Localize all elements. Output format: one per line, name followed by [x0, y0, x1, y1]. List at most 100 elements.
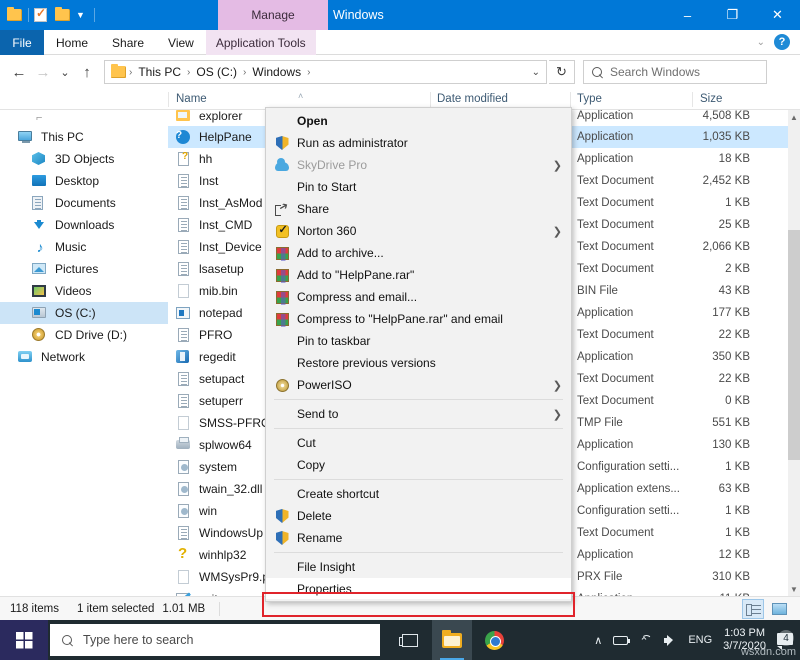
sidebar-item-cd-drive-d[interactable]: CD Drive (D:) [0, 324, 168, 346]
forward-icon: → [36, 64, 51, 81]
scrollbar-thumb[interactable] [788, 230, 800, 460]
menu-separator [274, 552, 563, 553]
sidebar-item-3d-objects[interactable]: 3D Objects [0, 148, 168, 170]
sidebar-item-documents[interactable]: Documents [0, 192, 168, 214]
sysfile-icon [176, 459, 192, 475]
close-icon: ✕ [772, 7, 783, 23]
blank-icon [176, 283, 192, 299]
vertical-scrollbar[interactable]: ▲ ▼ [788, 110, 800, 596]
start-button[interactable] [0, 620, 48, 660]
menu-item-poweriso[interactable]: PowerISO❯ [266, 374, 571, 396]
breadcrumb-dropdown-icon[interactable]: ⌄ [532, 67, 540, 78]
scroll-down-icon[interactable]: ▼ [788, 582, 800, 596]
chrome-button[interactable] [474, 620, 514, 660]
breadcrumb-this-pc[interactable]: This PC [136, 65, 183, 79]
column-divider-0[interactable] [168, 92, 169, 107]
chevron-down-icon: ⌄ [60, 66, 69, 79]
menu-item-open[interactable]: Open [266, 110, 571, 132]
language-indicator[interactable]: ENG [688, 634, 712, 646]
help-icon[interactable]: ? [774, 34, 790, 50]
forward-button[interactable]: → [32, 60, 54, 84]
menu-item-cut[interactable]: Cut [266, 432, 571, 454]
menu-item-send-to[interactable]: Send to❯ [266, 403, 571, 425]
status-selection-size: 1.01 MB [154, 603, 205, 615]
menu-item-copy[interactable]: Copy [266, 454, 571, 476]
text-icon [176, 239, 192, 255]
menu-item-label: Cut [291, 436, 316, 450]
column-header-name[interactable]: Name [176, 93, 207, 105]
sidebar-item-downloads[interactable]: Downloads [0, 214, 168, 236]
menu-item-norton-360[interactable]: Norton 360❯ [266, 220, 571, 242]
file-size: 43 KB [648, 285, 750, 297]
file-explorer-button[interactable] [432, 620, 472, 660]
details-view-button[interactable] [742, 599, 764, 619]
tray-expand-icon[interactable]: ∧ [594, 634, 602, 647]
maximize-button[interactable]: ❐ [710, 0, 755, 30]
menu-item-compress-and-email[interactable]: Compress and email... [266, 286, 571, 308]
properties-icon[interactable] [34, 7, 50, 23]
sidebar-item-pictures[interactable]: Pictures [0, 258, 168, 280]
tab-manage[interactable]: Manage [218, 0, 328, 30]
refresh-button[interactable]: ↻ [549, 60, 575, 84]
menu-item-skydrive-pro[interactable]: SkyDrive Pro❯ [266, 154, 571, 176]
breadcrumb[interactable]: › This PC › OS (C:) › Windows › ⌄ [104, 60, 547, 84]
breadcrumb-os-c[interactable]: OS (C:) [194, 65, 239, 79]
column-divider-1[interactable] [430, 92, 431, 107]
sidebar-item-this-pc[interactable]: This PC [0, 126, 168, 148]
scroll-up-icon[interactable]: ▲ [788, 110, 800, 124]
sidebar-item-videos[interactable]: Videos [0, 280, 168, 302]
menu-item-share[interactable]: Share [266, 198, 571, 220]
menu-item-add-to-archive[interactable]: Add to archive... [266, 242, 571, 264]
close-button[interactable]: ✕ [755, 0, 800, 30]
column-header-type[interactable]: Type [577, 93, 602, 105]
qat-divider-2 [94, 8, 95, 22]
tab-file[interactable]: File [0, 30, 44, 55]
menu-item-restore-previous-versions[interactable]: Restore previous versions [266, 352, 571, 374]
search-box[interactable]: Search Windows [583, 60, 767, 84]
breadcrumb-windows[interactable]: Windows [250, 65, 303, 79]
tab-application-tools[interactable]: Application Tools [206, 30, 316, 55]
column-header-size[interactable]: Size [700, 93, 722, 105]
tab-home[interactable]: Home [44, 30, 100, 55]
menu-item-pin-to-taskbar[interactable]: Pin to taskbar [266, 330, 571, 352]
menu-item-add-to-helppane-rar[interactable]: Add to "HelpPane.rar" [266, 264, 571, 286]
taskbar-search-placeholder: Type here to search [83, 633, 193, 647]
task-view-button[interactable] [390, 620, 430, 660]
large-icons-view-button[interactable] [768, 599, 790, 619]
wifi-icon[interactable]: ⌃ [639, 635, 653, 646]
menu-item-run-as-administrator[interactable]: Run as administrator [266, 132, 571, 154]
menu-item-create-shortcut[interactable]: Create shortcut [266, 483, 571, 505]
menu-item-delete[interactable]: Delete [266, 505, 571, 527]
file-type: Application [577, 307, 633, 319]
file-type: Text Document [577, 197, 654, 209]
sidebar-item-os-c[interactable]: OS (C:) [0, 302, 168, 324]
battery-icon[interactable] [613, 636, 628, 645]
sidebar-item-label: OS (C:) [55, 306, 96, 320]
tab-view[interactable]: View [156, 30, 206, 55]
taskbar-search-box[interactable]: Type here to search [50, 624, 380, 656]
tab-share[interactable]: Share [100, 30, 156, 55]
chevron-down-icon[interactable]: ⌄ [757, 37, 765, 48]
recent-locations-button[interactable]: ⌄ [56, 60, 74, 84]
minimize-button[interactable]: – [665, 0, 710, 30]
column-divider-2[interactable] [570, 92, 571, 107]
volume-icon[interactable] [664, 635, 677, 646]
menu-item-rename[interactable]: Rename [266, 527, 571, 549]
chrome-icon [485, 631, 504, 650]
new-folder-icon[interactable] [55, 7, 71, 23]
menu-item-file-insight[interactable]: File Insight [266, 556, 571, 578]
menu-item-compress-to-helppane-rar-and-email[interactable]: Compress to "HelpPane.rar" and email [266, 308, 571, 330]
sidebar-item-label: 3D Objects [55, 152, 114, 166]
column-divider-3[interactable] [692, 92, 693, 107]
up-button[interactable]: ↑ [76, 60, 98, 84]
tab-file-label: File [12, 36, 31, 50]
desktop-icon [32, 173, 48, 189]
customize-caret-icon[interactable]: ▼ [76, 0, 85, 30]
menu-item-pin-to-start[interactable]: Pin to Start [266, 176, 571, 198]
back-button[interactable]: ← [8, 60, 30, 84]
sidebar-item-network[interactable]: Network [0, 346, 168, 368]
status-selection: 1 item selected [59, 603, 154, 615]
sidebar-item-desktop[interactable]: Desktop [0, 170, 168, 192]
sidebar-item-music[interactable]: ♪Music [0, 236, 168, 258]
column-header-date-modified[interactable]: Date modified [437, 93, 508, 105]
